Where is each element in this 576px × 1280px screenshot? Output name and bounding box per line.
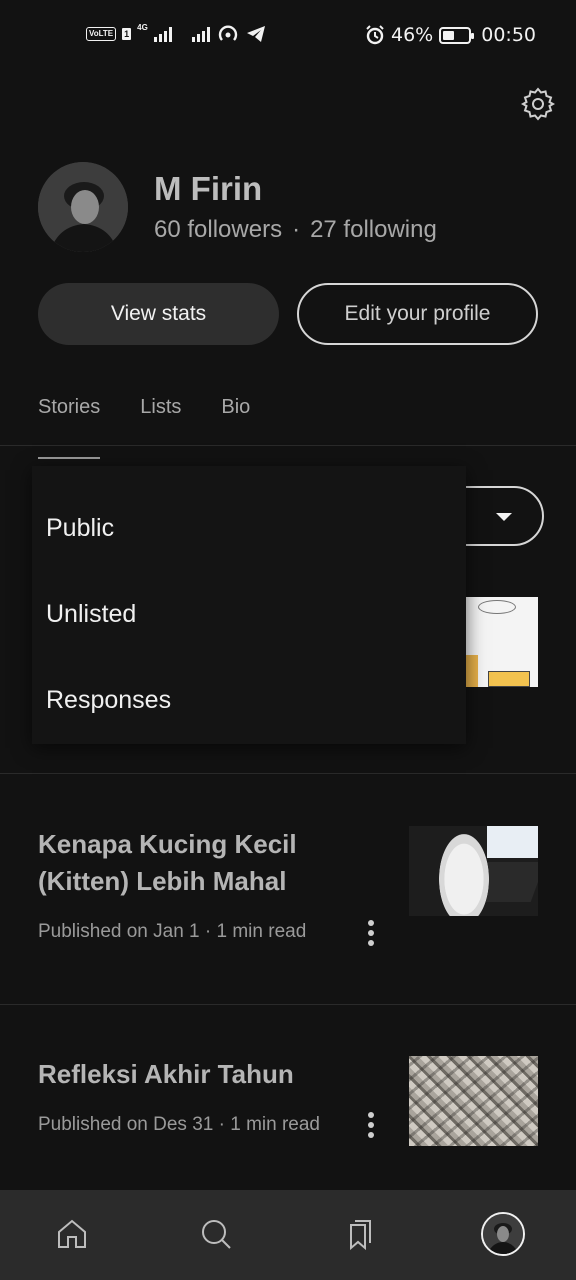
clock: 00:50 xyxy=(481,24,536,46)
story-meta: Published on Des 31 · 1 min read xyxy=(38,1114,320,1135)
tab-lists[interactable]: Lists xyxy=(140,396,181,433)
battery-fill xyxy=(443,30,455,40)
list-divider xyxy=(0,773,576,774)
menu-item-unlisted[interactable]: Unlisted xyxy=(46,600,136,629)
status-left: VoLTE 1 4G xyxy=(86,24,266,44)
story-title[interactable]: Refleksi Akhir Tahun xyxy=(38,1056,378,1093)
profile-tabs: Stories Lists Bio xyxy=(38,396,250,459)
thumb-diagram-shape xyxy=(488,671,530,687)
tabs-divider xyxy=(0,445,576,446)
more-options-icon[interactable] xyxy=(364,920,378,946)
search-icon[interactable] xyxy=(194,1212,238,1256)
alarm-icon xyxy=(366,25,384,45)
tab-stories[interactable]: Stories xyxy=(38,396,101,459)
following-count[interactable]: 27 following xyxy=(310,216,437,243)
volte-badge: VoLTE xyxy=(86,27,117,41)
menu-item-responses[interactable]: Responses xyxy=(46,686,171,715)
thumb-diagram-shape xyxy=(478,600,516,614)
tab-bio[interactable]: Bio xyxy=(221,396,250,433)
status-right: 46% 00:50 xyxy=(365,24,536,46)
list-divider xyxy=(0,1004,576,1005)
telegram-icon xyxy=(246,26,265,42)
followers-count[interactable]: 60 followers xyxy=(154,216,282,243)
sim-slot-badge: 1 xyxy=(122,28,132,40)
view-stats-button[interactable]: View stats xyxy=(38,283,279,345)
story-thumbnail[interactable] xyxy=(409,1056,538,1146)
edit-profile-button[interactable]: Edit your profile xyxy=(297,283,538,345)
story-thumbnail[interactable] xyxy=(409,826,538,916)
battery-percent: 46% xyxy=(391,24,434,46)
thumb-cat xyxy=(439,834,489,916)
chevron-down-icon xyxy=(496,513,512,521)
network-type: 4G xyxy=(137,23,148,32)
story-meta: Published on Jan 1 · 1 min read xyxy=(38,921,307,942)
signal-icon xyxy=(153,26,172,42)
home-icon[interactable] xyxy=(50,1212,94,1256)
filter-menu: Public Unlisted Responses xyxy=(32,466,466,744)
more-options-icon[interactable] xyxy=(364,1112,378,1138)
story-thumbnail[interactable] xyxy=(466,597,538,687)
profile-name: M Firin xyxy=(154,170,263,207)
thumb-screen xyxy=(487,826,538,858)
thumb-diagram-shape xyxy=(466,655,478,687)
profile-nav-avatar[interactable] xyxy=(481,1212,525,1256)
signal-icon-2 xyxy=(191,26,210,42)
settings-gear-icon[interactable] xyxy=(520,86,556,122)
status-bar: VoLTE 1 4G 46% 00:50 xyxy=(0,0,576,76)
bookmarks-icon[interactable] xyxy=(338,1212,382,1256)
follow-separator: · xyxy=(292,216,301,243)
battery-icon xyxy=(439,26,475,44)
bottom-nav xyxy=(0,1190,576,1280)
profile-avatar[interactable] xyxy=(38,162,128,252)
menu-item-public[interactable]: Public xyxy=(46,514,114,543)
story-title[interactable]: Kenapa Kucing Kecil (Kitten) Lebih Mahal xyxy=(38,826,378,900)
follow-stats: 60 followers · 27 following xyxy=(154,216,437,244)
hotspot-icon xyxy=(218,25,237,41)
